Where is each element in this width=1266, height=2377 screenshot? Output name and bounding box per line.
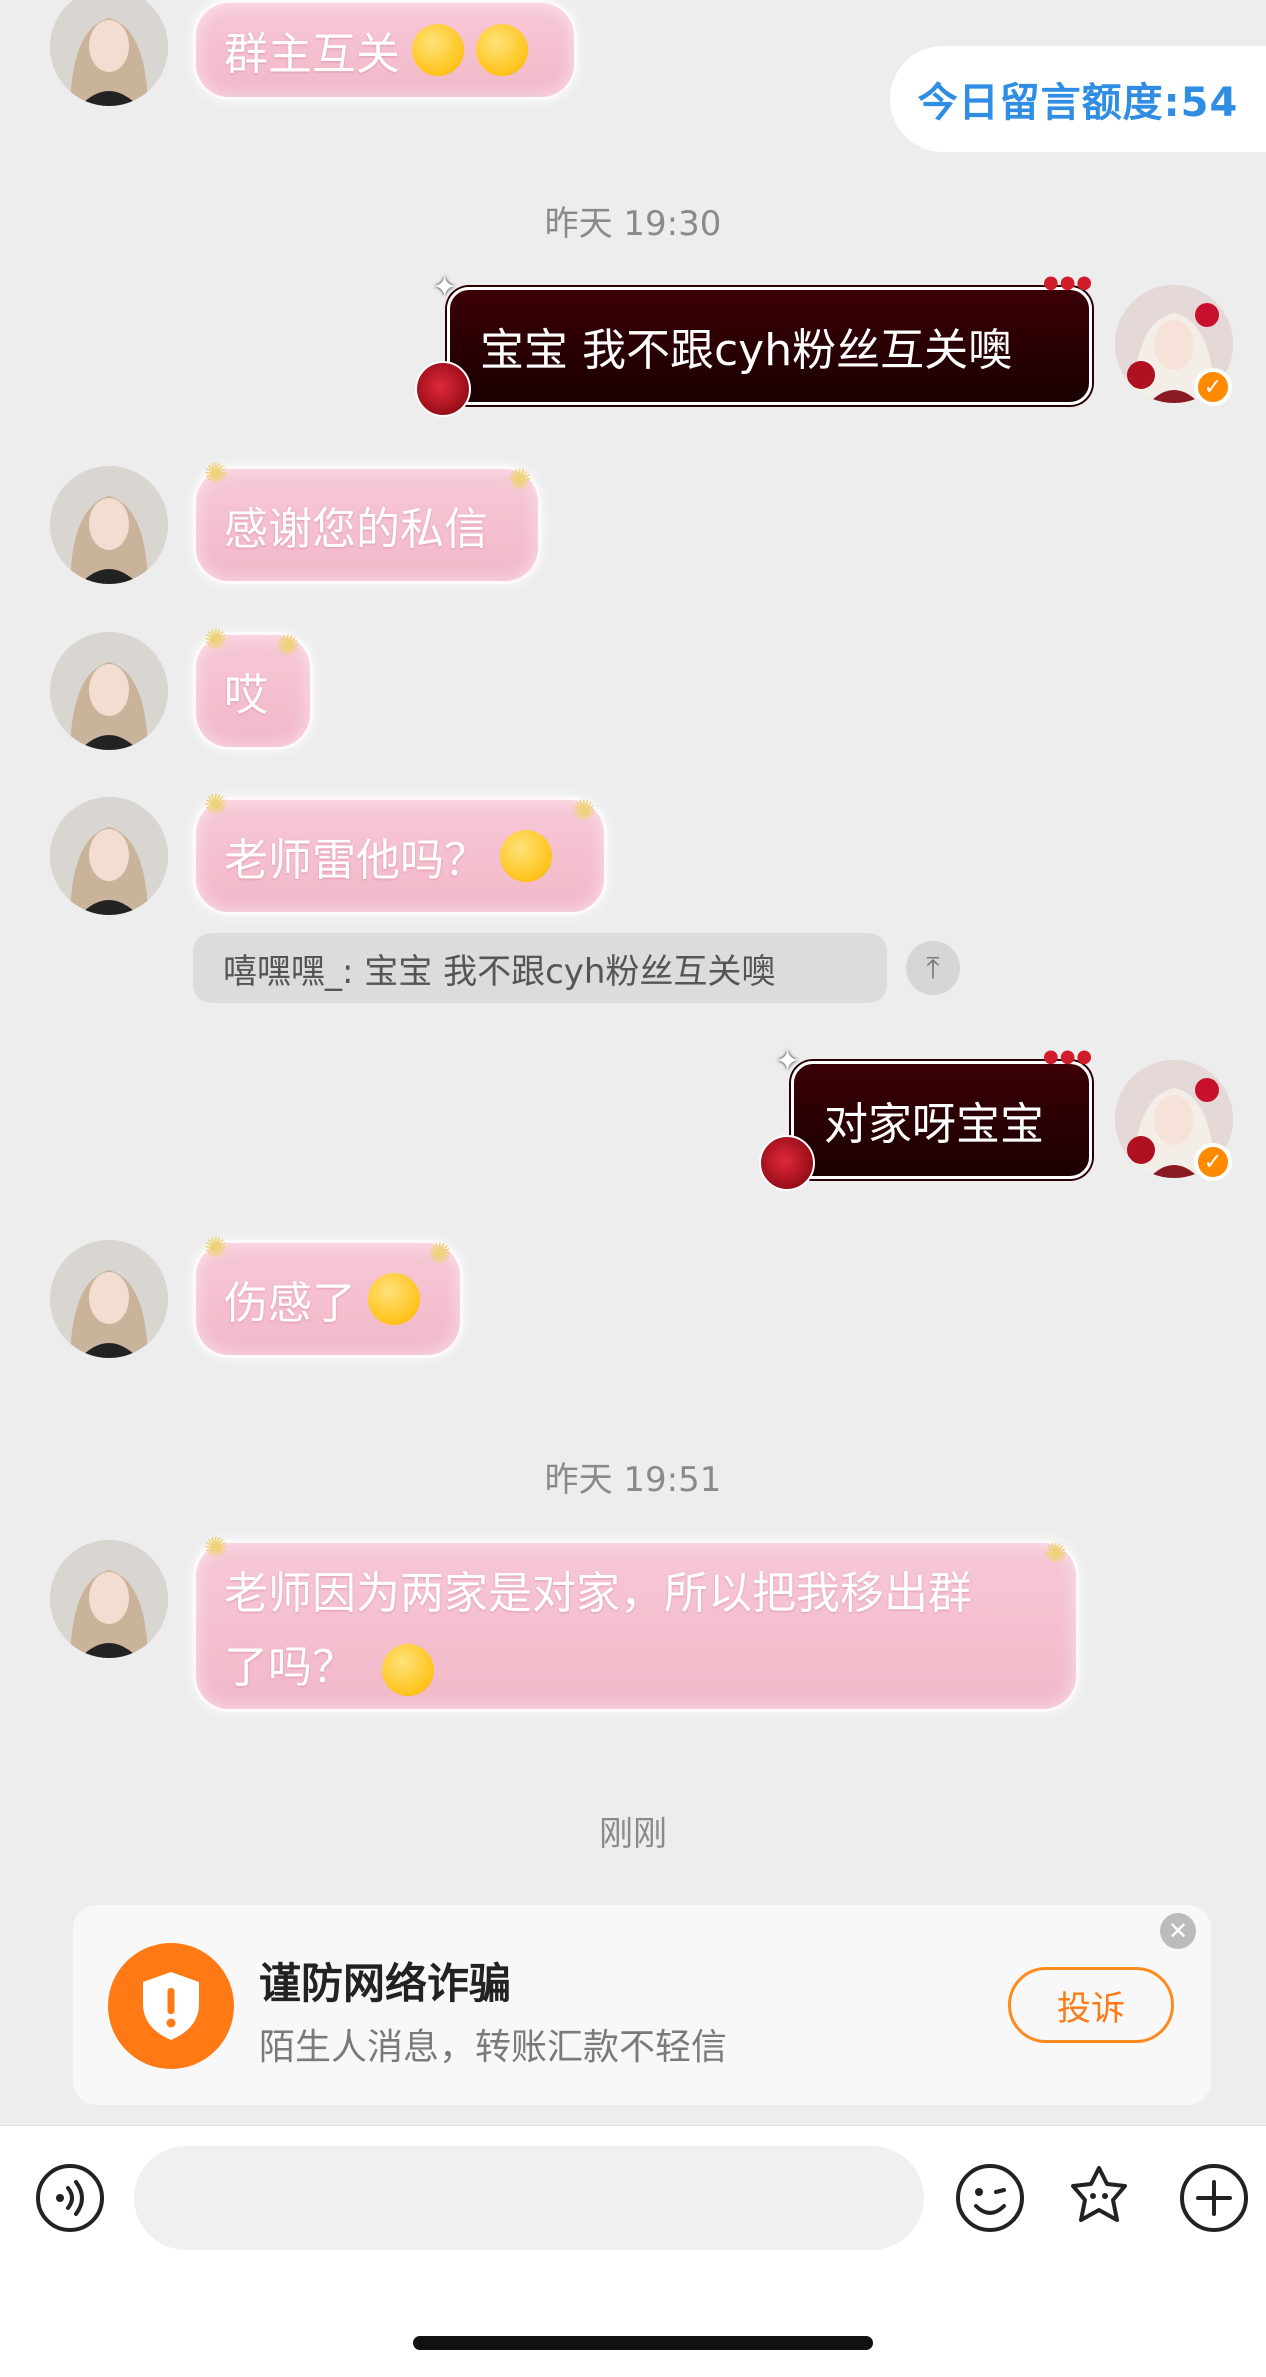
sparkle-decoration: ✺ — [508, 463, 532, 496]
rose-decoration — [415, 361, 471, 417]
message-text: 感谢您的私信 — [224, 504, 488, 555]
message-text: 对家呀宝宝 — [824, 1099, 1044, 1150]
report-button[interactable]: 投诉 — [1008, 1967, 1174, 2043]
arrow-up-icon[interactable]: ⤒ — [906, 941, 960, 995]
sparkle-decoration: ✺ — [1044, 1537, 1068, 1570]
message-text: 宝宝 我不跟cyh粉丝互关噢 — [480, 325, 1013, 376]
message-bubble-incoming[interactable]: 感谢您的私信 — [193, 466, 541, 584]
verified-badge-icon: ✓ — [1194, 368, 1232, 406]
sticker-icon[interactable] — [1063, 2162, 1135, 2234]
shield-icon — [108, 1943, 234, 2069]
sparkle-decoration: ✺ — [204, 1531, 228, 1564]
quoted-text: 嘻嘿嘿_: 宝宝 我不跟cyh粉丝互关噢 — [223, 951, 776, 992]
daily-message-quota: 今日留言额度:54 — [890, 46, 1266, 152]
message-bubble-incoming[interactable]: 群主互关 — [193, 0, 577, 100]
timestamp: 昨天 19:51 — [544, 1460, 722, 1500]
rose-decoration — [759, 1135, 815, 1191]
dots-decoration: ●●● — [1043, 1046, 1094, 1067]
crying-emoji-icon — [368, 1273, 420, 1325]
dots-decoration: ●●● — [1043, 272, 1094, 293]
message-text: 伤感了 — [224, 1278, 356, 1329]
message-input[interactable] — [134, 2146, 924, 2250]
crying-emoji-icon — [500, 830, 552, 882]
quoted-message[interactable]: 嘻嘿嘿_: 宝宝 我不跟cyh粉丝互关噢 — [193, 933, 887, 1003]
sender-avatar[interactable] — [50, 797, 168, 915]
warning-title: 谨防网络诈骗 — [259, 1959, 512, 2008]
crying-emoji-icon — [382, 1643, 434, 1696]
message-text-line: 了吗？ — [224, 1641, 356, 1693]
sparkle-decoration: ✺ — [572, 794, 596, 827]
message-text: 老师雷他吗？ — [224, 835, 488, 886]
message-bubble-incoming[interactable]: 伤感了 — [193, 1240, 463, 1358]
voice-icon[interactable] — [34, 2162, 106, 2234]
crying-emoji-icon — [412, 24, 464, 76]
sparkle-decoration: ✺ — [204, 457, 228, 490]
sender-avatar[interactable] — [50, 632, 168, 750]
timestamp: 昨天 19:30 — [544, 204, 722, 244]
sparkle-decoration: ✺ — [428, 1237, 452, 1270]
message-text: 群主互关 — [224, 29, 400, 80]
tongue-emoji-icon — [476, 24, 528, 76]
sender-avatar[interactable] — [50, 1240, 168, 1358]
message-bubble-incoming[interactable]: 老师因为两家是对家，所以把我移出群 了吗？ — [193, 1540, 1079, 1712]
sparkle-decoration: ✺ — [204, 788, 228, 821]
sparkle-decoration: ✺ — [204, 623, 228, 656]
emoji-icon[interactable] — [954, 2162, 1026, 2234]
sparkle-decoration: ✺ — [204, 1231, 228, 1264]
message-text-line: 老师因为两家是对家，所以把我移出群 — [224, 1567, 972, 1619]
timestamp: 刚刚 — [599, 1814, 667, 1854]
warning-subtitle: 陌生人消息，转账汇款不轻信 — [259, 2027, 728, 2068]
home-indicator — [413, 2336, 873, 2350]
sender-avatar[interactable] — [50, 1540, 168, 1658]
message-bubble-outgoing[interactable]: 宝宝 我不跟cyh粉丝互关噢 — [447, 287, 1092, 405]
sender-avatar[interactable] — [50, 466, 168, 584]
sparkle-decoration: ✺ — [276, 629, 300, 662]
message-text: 哎 — [224, 670, 268, 721]
close-icon[interactable]: ✕ — [1160, 1913, 1196, 1949]
plus-icon[interactable] — [1178, 2162, 1250, 2234]
verified-badge-icon: ✓ — [1194, 1143, 1232, 1181]
sender-avatar[interactable] — [50, 0, 168, 106]
message-bubble-incoming[interactable]: 老师雷他吗？ — [193, 797, 607, 915]
message-bubble-outgoing[interactable]: 对家呀宝宝 — [791, 1061, 1092, 1179]
